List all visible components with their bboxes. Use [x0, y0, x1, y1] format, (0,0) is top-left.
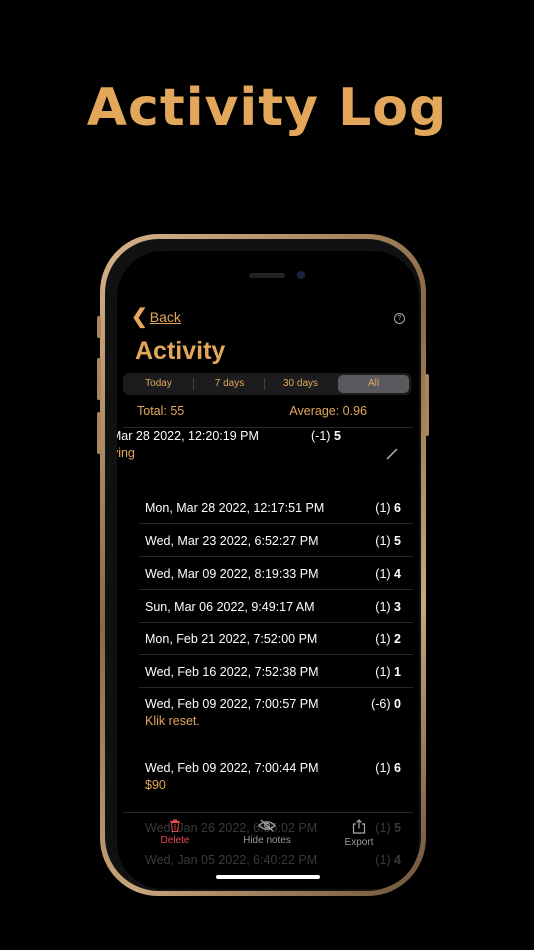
- speaker: [249, 273, 285, 278]
- period-segmented-control: Today 7 days 30 days All: [123, 373, 411, 395]
- headline: Activity Log: [86, 78, 448, 138]
- divider: [123, 491, 413, 492]
- entry-date: Wed, Feb 09 2022, 7:00:57 PM: [145, 697, 319, 711]
- home-indicator[interactable]: [216, 875, 320, 879]
- export-button[interactable]: Export: [319, 819, 399, 848]
- entry-date: Mon, Mar 28 2022, 12:17:51 PM: [145, 501, 325, 515]
- entry-note: oving: [117, 446, 135, 460]
- entry-count: (1) 6: [375, 761, 401, 775]
- entry-date: Mon, Feb 21 2022, 7:52:00 PM: [145, 632, 318, 646]
- entry-count: (1) 3: [375, 600, 401, 614]
- entry-note: Klik reset.: [145, 714, 200, 728]
- segment-7-days[interactable]: 7 days: [194, 373, 265, 395]
- share-icon: [352, 819, 366, 834]
- trash-icon: [170, 819, 180, 832]
- camera: [297, 271, 305, 279]
- divider: [139, 589, 413, 590]
- delete-button[interactable]: Delete: [135, 819, 215, 846]
- pencil-icon[interactable]: [385, 447, 399, 461]
- list-item[interactable]: Wed, Feb 09 2022, 7:00:44 PM (1) 6 $90: [145, 761, 401, 801]
- entry-count: (1) 5: [375, 534, 401, 548]
- back-button[interactable]: ❮ Back: [131, 306, 181, 328]
- segment-all[interactable]: All: [338, 375, 409, 393]
- volume-up-button: [97, 358, 101, 400]
- delete-label: Delete: [160, 835, 190, 846]
- entry-date: Sun, Mar 06 2022, 9:49:17 AM: [145, 600, 315, 614]
- segment-today[interactable]: Today: [123, 373, 194, 395]
- power-button: [425, 374, 429, 436]
- export-label: Export: [344, 837, 374, 848]
- help-icon[interactable]: ?: [394, 313, 405, 324]
- volume-down-button: [97, 412, 101, 454]
- entry-date: Wed, Mar 09 2022, 8:19:33 PM: [145, 567, 319, 581]
- average-stat: Average: 0.96: [289, 404, 367, 418]
- stats-bar: Total: 55 Average: 0.96: [137, 404, 407, 418]
- entry-date: n, Mar 28 2022, 12:20:19 PM: [117, 429, 259, 443]
- entry-count: (1) 4: [375, 567, 401, 581]
- entry-count: (1) 2: [375, 632, 401, 646]
- entry-count: (1) 1: [375, 665, 401, 679]
- hide-notes-button[interactable]: Hide notes: [227, 819, 307, 846]
- phone-frame: ❮ Back ? Activity Today 7 days 30 days A…: [97, 234, 429, 896]
- back-label: Back: [149, 309, 181, 325]
- divider: [139, 654, 413, 655]
- divider: [139, 523, 413, 524]
- divider: [139, 687, 413, 688]
- segment-30-days[interactable]: 30 days: [265, 373, 336, 395]
- entry-note: $90: [145, 778, 166, 792]
- total-stat: Total: 55: [137, 404, 185, 418]
- bottom-toolbar: Delete Hide notes Export: [117, 819, 419, 859]
- page-title: Activity: [135, 337, 226, 365]
- list-item[interactable]: Wed, Feb 09 2022, 7:00:57 PM (-6) 0 Klik…: [145, 697, 401, 757]
- divider: [123, 427, 413, 428]
- divider: [123, 812, 413, 813]
- hide-notes-label: Hide notes: [243, 835, 291, 846]
- divider: [139, 622, 413, 623]
- entry-count: (-6) 0: [371, 697, 401, 711]
- phone-screen: ❮ Back ? Activity Today 7 days 30 days A…: [117, 251, 419, 889]
- entry-date: Wed, Mar 23 2022, 6:52:27 PM: [145, 534, 319, 548]
- entry-count: (1) 6: [375, 501, 401, 515]
- entry-count: (-1) 5: [311, 429, 341, 443]
- divider: [139, 556, 413, 557]
- entry-date: Wed, Feb 09 2022, 7:00:44 PM: [145, 761, 319, 775]
- chevron-left-icon: ❮: [131, 306, 148, 328]
- mute-switch: [97, 316, 101, 338]
- entry-date: Wed, Feb 16 2022, 7:52:38 PM: [145, 665, 319, 679]
- eye-slash-icon: [258, 819, 276, 832]
